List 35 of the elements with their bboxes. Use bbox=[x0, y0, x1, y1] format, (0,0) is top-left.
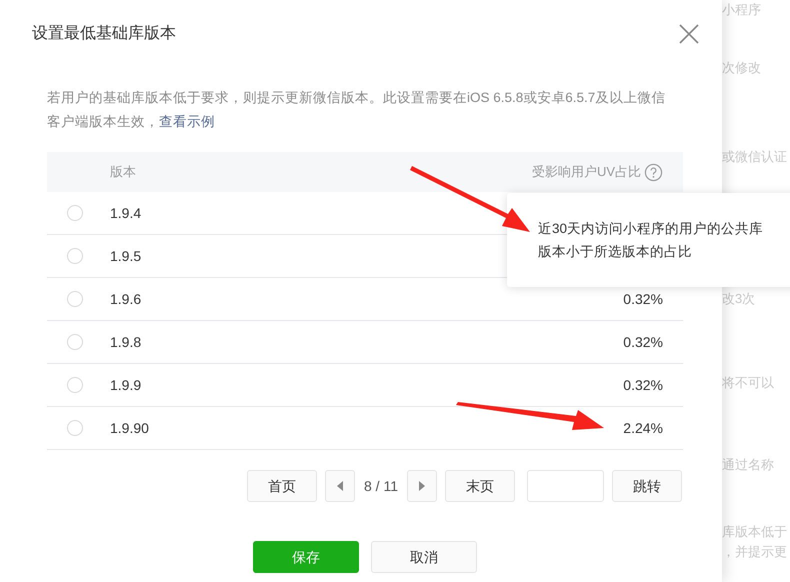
page-indicator: 8 / 11 bbox=[363, 476, 399, 496]
version-cell-text: 1.9.5 bbox=[110, 246, 142, 266]
right-triangle-icon bbox=[419, 481, 425, 491]
uv-share-cell-text: 0.32% bbox=[623, 290, 663, 308]
close-icon[interactable] bbox=[678, 23, 700, 45]
cancel-button[interactable]: 取消 bbox=[371, 541, 477, 573]
uv-share-cell-text: 0.32% bbox=[623, 376, 663, 394]
description: 若用户的基础库版本低于要求，则提示更新微信版本。此设置需要在iOS 6.5.8或安卓6.5.7及以上微信客户端版本生效，查看示例 bbox=[47, 89, 666, 131]
version-cell-text: 1.9.90 bbox=[110, 418, 149, 438]
left-triangle-icon bbox=[337, 481, 343, 491]
radio-button[interactable] bbox=[67, 420, 83, 436]
radio-button[interactable] bbox=[67, 248, 83, 264]
uv-share-cell-text: 0.32% bbox=[623, 332, 663, 352]
version-cell-text: 1.9.9 bbox=[110, 376, 142, 394]
radio-button[interactable] bbox=[67, 205, 83, 221]
page-number-field[interactable] bbox=[527, 470, 604, 502]
last-page-button[interactable]: 末页 bbox=[445, 470, 515, 502]
help-icon[interactable] bbox=[644, 162, 663, 182]
column-header: 受影响用户UV占比 bbox=[532, 163, 641, 182]
radio-button[interactable] bbox=[67, 377, 83, 393]
version-cell-text: 1.9.4 bbox=[110, 204, 142, 222]
column-header: 版本 bbox=[110, 163, 136, 182]
radio-button[interactable] bbox=[67, 334, 83, 350]
version-cell-text: 1.9.8 bbox=[110, 332, 142, 352]
radio-button[interactable] bbox=[67, 291, 83, 307]
tooltip-text: 近30天内访问小程序的用户的公共库 bbox=[538, 220, 764, 238]
first-page-button[interactable]: 首页 bbox=[247, 470, 317, 502]
jump-button[interactable]: 跳转 bbox=[612, 470, 682, 502]
next-page-button[interactable] bbox=[407, 470, 437, 502]
tooltip-text: 版本小于所选版本的占比 bbox=[538, 243, 693, 261]
dialog-title: 设置最低基础库版本 bbox=[32, 24, 176, 44]
uv-share-cell-text: 2.24% bbox=[623, 418, 663, 438]
example-link[interactable]: 查看示例 bbox=[159, 114, 215, 129]
previous-page-button[interactable] bbox=[325, 470, 355, 502]
version-cell-text: 1.9.6 bbox=[110, 290, 142, 308]
